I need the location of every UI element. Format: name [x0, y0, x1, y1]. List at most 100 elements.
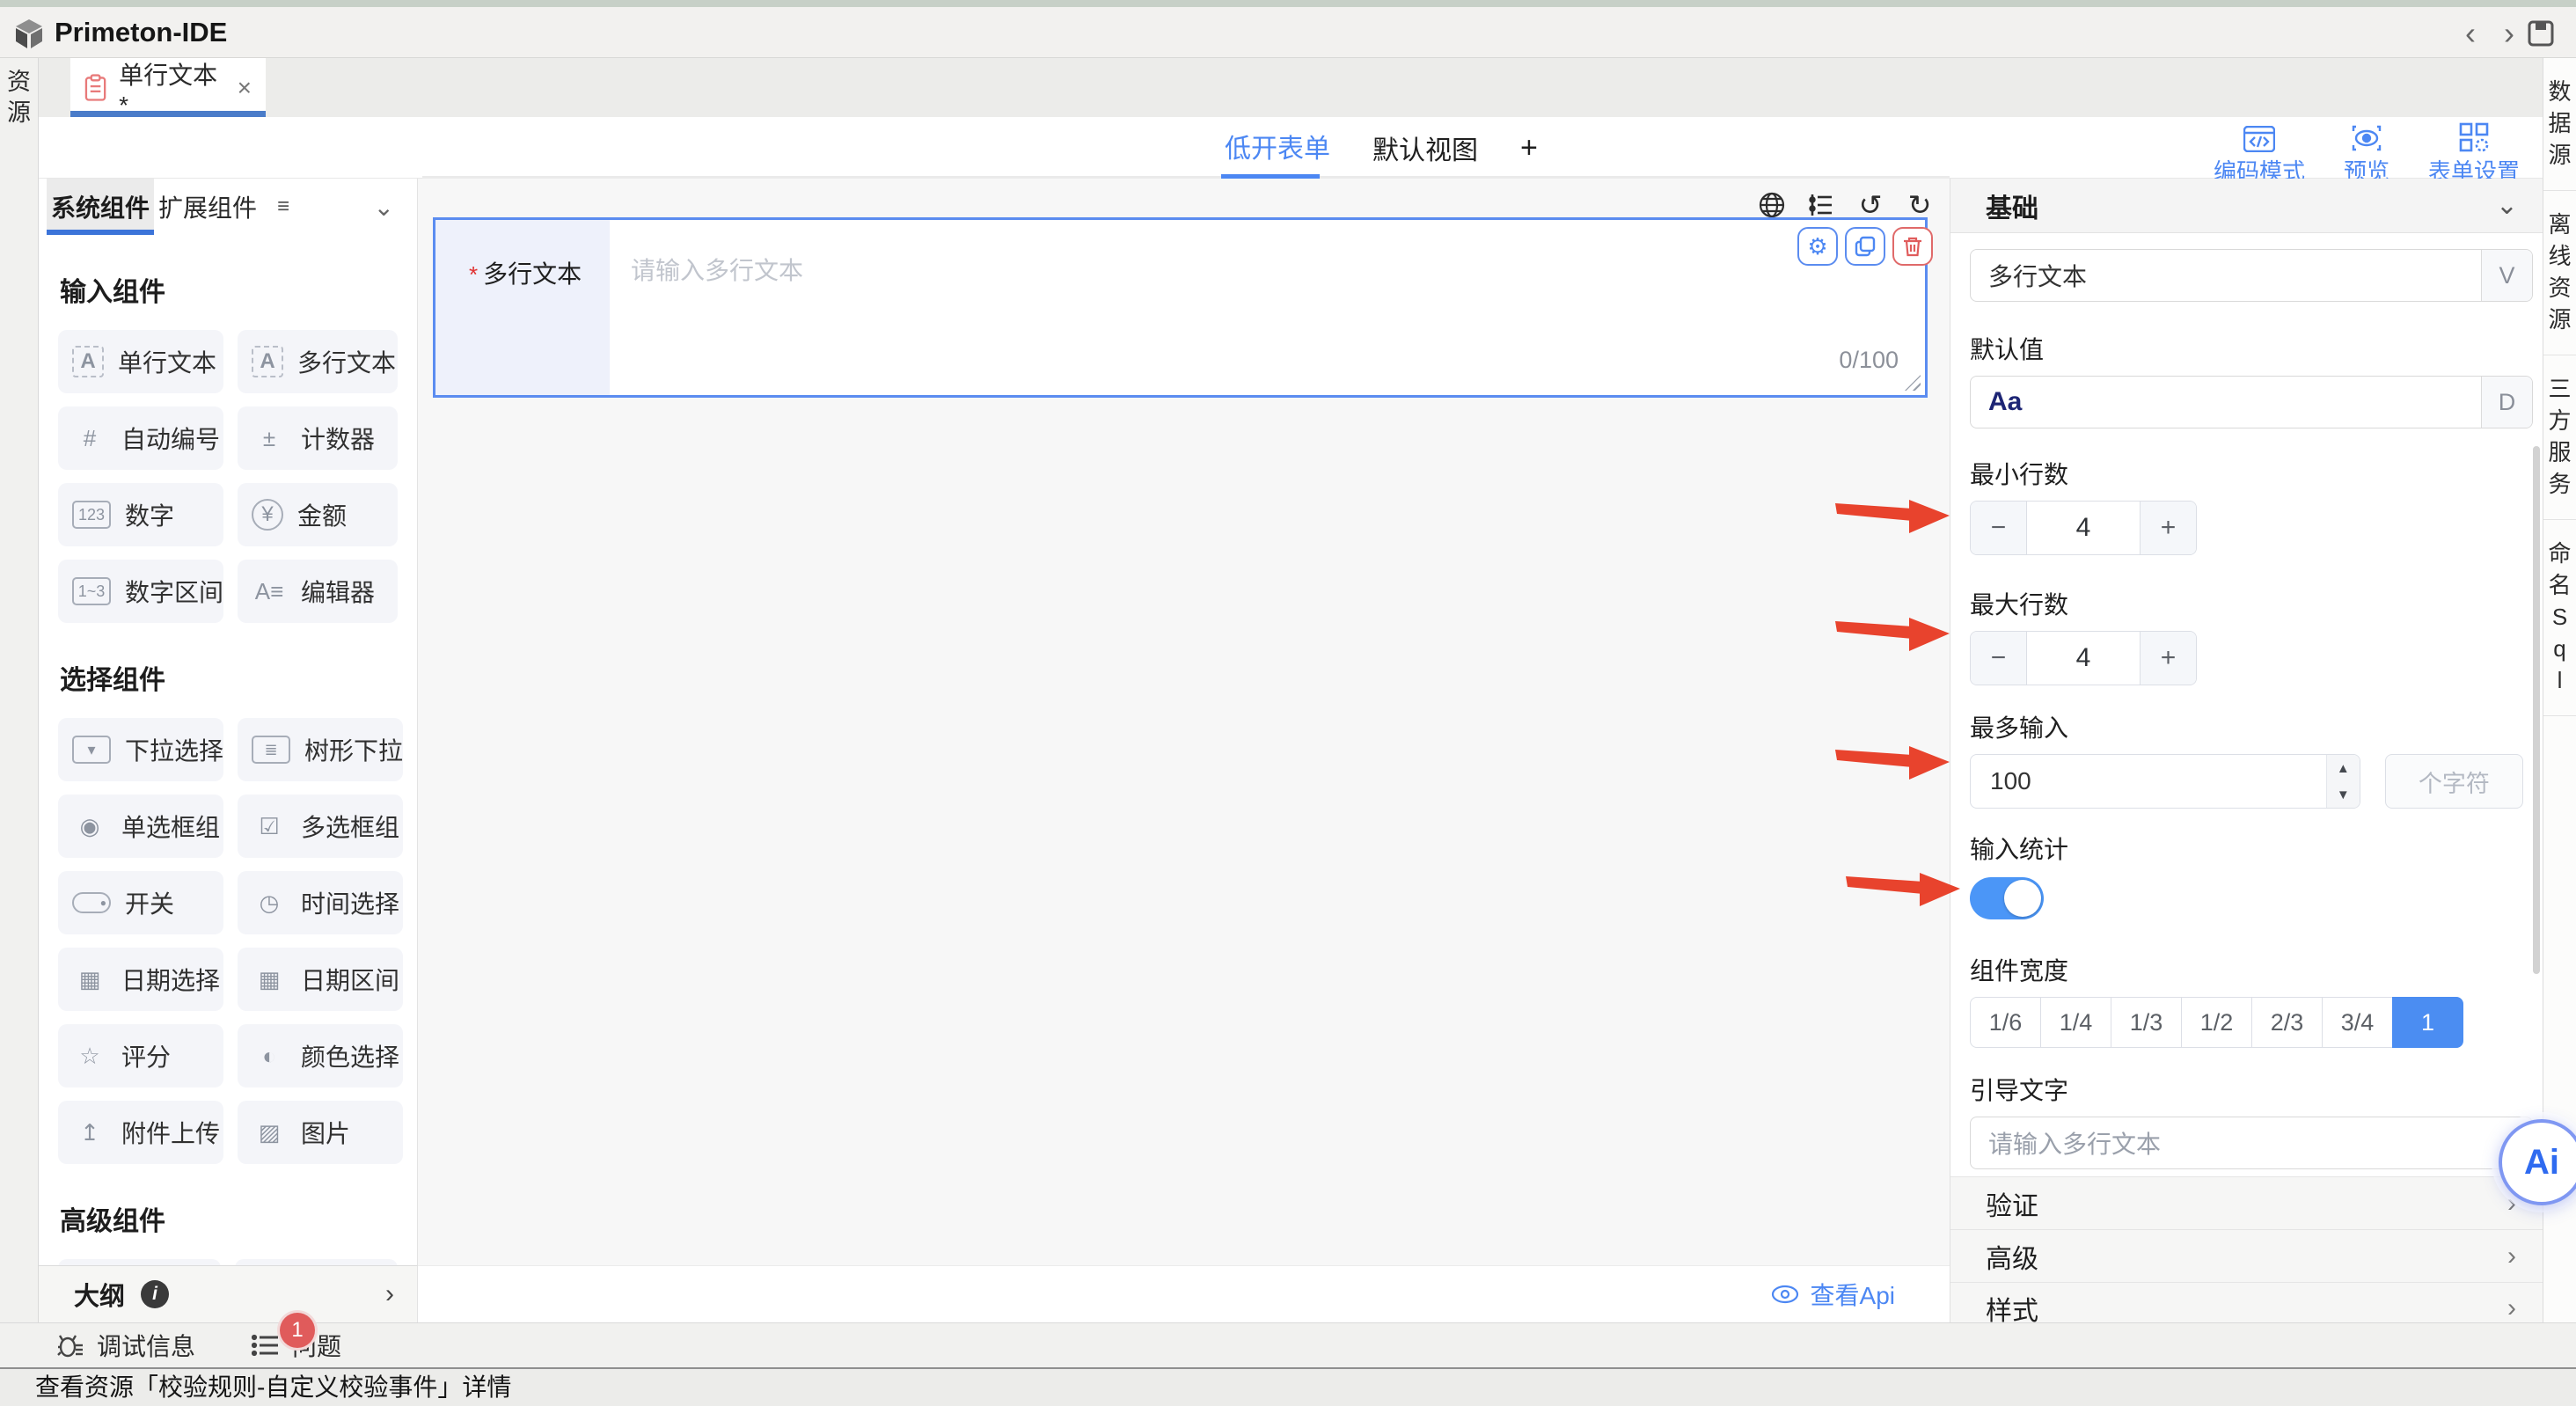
- close-icon[interactable]: ×: [238, 74, 252, 102]
- component-label: 日期区间: [301, 962, 399, 997]
- inspector-scrollbar[interactable]: [2533, 446, 2540, 974]
- palette-item[interactable]: 品机构选择: [235, 1259, 398, 1265]
- tab-extension-components[interactable]: 扩展组件: [154, 179, 261, 235]
- width-option-1[interactable]: 1: [2392, 997, 2463, 1048]
- variable-bind-button[interactable]: V: [2481, 250, 2532, 301]
- inspector-section-高级[interactable]: 高级›: [1950, 1229, 2543, 1282]
- debug-info-button[interactable]: 调试信息: [56, 1328, 195, 1363]
- max-rows-value[interactable]: 4: [2027, 632, 2140, 685]
- ai-assistant-button[interactable]: Ai: [2499, 1119, 2576, 1205]
- field-title-input[interactable]: 多行文本 V: [1970, 249, 2533, 302]
- plus-button[interactable]: +: [2140, 632, 2196, 685]
- resize-handle[interactable]: [1905, 375, 1921, 391]
- save-icon[interactable]: [2527, 19, 2555, 48]
- palette-item[interactable]: ±计数器: [238, 406, 398, 470]
- palette-item[interactable]: 123数字: [58, 483, 223, 546]
- component-icon: ▨: [252, 1115, 287, 1150]
- add-view-button[interactable]: +: [1520, 131, 1538, 165]
- inspector-section-basic[interactable]: 基础 ⌄: [1950, 179, 2543, 233]
- inspector-section-验证[interactable]: 验证›: [1950, 1176, 2543, 1229]
- tab-default-view[interactable]: 默认视图: [1372, 128, 1478, 167]
- width-option-1-4[interactable]: 1/4: [2040, 997, 2111, 1048]
- palette-item[interactable]: ☑多选框组: [238, 795, 403, 858]
- form-settings-button[interactable]: 表单设置: [2428, 121, 2520, 187]
- palette-item[interactable]: A多行文本: [238, 330, 398, 393]
- width-option-1-2[interactable]: 1/2: [2181, 997, 2252, 1048]
- right-rail-item-0[interactable]: 数据源: [2543, 58, 2576, 191]
- palette-item[interactable]: ▾下拉选择: [58, 718, 223, 781]
- palette-item[interactable]: ◷时间选择: [238, 871, 403, 934]
- redo-icon[interactable]: ↻: [1904, 189, 1936, 221]
- chevron-right-icon[interactable]: ›: [385, 1279, 394, 1309]
- palette-item[interactable]: ◐颜色选择: [238, 1024, 403, 1087]
- width-option-1-3[interactable]: 1/3: [2111, 997, 2182, 1048]
- palette-item[interactable]: 1~3数字区间: [58, 560, 223, 623]
- palette-list-icon[interactable]: ≡: [277, 194, 289, 219]
- nav-forward-icon[interactable]: ›: [2492, 12, 2527, 55]
- field-delete-button[interactable]: [1892, 227, 1933, 266]
- component-icon: #: [72, 421, 107, 456]
- palette-item[interactable]: ≣树形下拉: [238, 718, 403, 781]
- code-mode-button[interactable]: 编码模式: [2214, 121, 2305, 187]
- field-copy-button[interactable]: [1845, 227, 1885, 266]
- right-rail-item-2[interactable]: 三方服务: [2543, 355, 2576, 520]
- form-canvas[interactable]: ↺ ↻ *多行文本 请输入多行文本 0/100 ⚙: [418, 179, 1950, 1322]
- width-option-2-3[interactable]: 2/3: [2251, 997, 2323, 1048]
- outline-row[interactable]: 大纲 i ›: [39, 1265, 418, 1322]
- view-api-link[interactable]: 查看Api: [1770, 1277, 1895, 1312]
- max-input-number[interactable]: 100 ▲ ▼: [1970, 754, 2360, 809]
- inspector-collapsed-sections: 验证›高级›样式›: [1950, 1176, 2543, 1322]
- default-value-input[interactable]: Aa D: [1970, 376, 2533, 428]
- plus-button[interactable]: +: [2140, 502, 2196, 554]
- spinner-down-icon[interactable]: ▼: [2327, 781, 2360, 808]
- palette-item[interactable]: ☆评分: [58, 1024, 223, 1087]
- component-label: 自动编号: [121, 421, 220, 456]
- minus-button[interactable]: −: [1971, 502, 2027, 554]
- document-tab-underline: [70, 111, 266, 117]
- inspector-section-样式[interactable]: 样式›: [1950, 1282, 2543, 1322]
- palette-item[interactable]: A≡编辑器: [238, 560, 398, 623]
- undo-icon[interactable]: ↺: [1855, 189, 1886, 221]
- width-option-3-4[interactable]: 3/4: [2322, 997, 2393, 1048]
- max-input-label: 最多输入: [1970, 714, 2523, 743]
- field-textarea[interactable]: 请输入多行文本 0/100: [610, 220, 1925, 395]
- palette-item[interactable]: ↥附件上传: [58, 1101, 223, 1164]
- data-bind-button[interactable]: D: [2481, 377, 2532, 428]
- spinner-up-icon[interactable]: ▲: [2327, 755, 2360, 781]
- palette-item[interactable]: ¥金额: [238, 483, 398, 546]
- input-stats-toggle[interactable]: [1970, 877, 2044, 919]
- guide-text-input[interactable]: 请输入多行文本: [1970, 1117, 2533, 1169]
- chevron-down-icon[interactable]: ⌄: [374, 193, 394, 222]
- palette-item[interactable]: ▦日期区间: [238, 948, 403, 1011]
- right-rail-item-1[interactable]: 离线资源: [2543, 191, 2576, 355]
- component-label: 日期选择: [121, 962, 220, 997]
- header-actions: 编码模式预览表单设置: [2214, 121, 2520, 187]
- left-rail-resources[interactable]: 资源: [0, 58, 39, 1367]
- component-icon: ◐: [252, 1038, 287, 1073]
- field-settings-button[interactable]: ⚙: [1797, 227, 1838, 266]
- document-tab[interactable]: 单行文本* ×: [70, 58, 266, 117]
- chevron-down-icon[interactable]: ⌄: [2496, 190, 2518, 221]
- minus-button[interactable]: −: [1971, 632, 2027, 685]
- palette-item[interactable]: # 自动编号: [58, 406, 223, 470]
- palette-item[interactable]: ▨图片: [238, 1101, 403, 1164]
- right-rail-item-3[interactable]: 命名Sql: [2543, 520, 2576, 716]
- palette-item[interactable]: ●开关: [58, 871, 223, 934]
- min-rows-value[interactable]: 4: [2027, 502, 2140, 554]
- gear-icon: ⚙: [1807, 235, 1827, 258]
- width-option-1-6[interactable]: 1/6: [1970, 997, 2041, 1048]
- outline-tree-icon[interactable]: [1805, 189, 1837, 221]
- palette-item[interactable]: A单行文本: [58, 330, 223, 393]
- globe-icon[interactable]: [1756, 189, 1788, 221]
- selected-field-multiline-text[interactable]: *多行文本 请输入多行文本 0/100 ⚙: [433, 217, 1928, 398]
- document-tab-label: 单行文本*: [119, 56, 223, 120]
- palette-item[interactable]: ○人员选择: [58, 1259, 221, 1265]
- component-label: 多行文本: [297, 344, 396, 379]
- palette-item[interactable]: ▦日期选择: [58, 948, 223, 1011]
- preview-button[interactable]: 预览: [2344, 121, 2389, 187]
- tab-low-code-form[interactable]: 低开表单: [1225, 127, 1330, 169]
- palette-item[interactable]: ◉单选框组: [58, 795, 223, 858]
- trash-icon: [1902, 236, 1923, 257]
- nav-back-icon[interactable]: ‹: [2453, 12, 2488, 55]
- tab-system-components[interactable]: 系统组件: [47, 179, 154, 235]
